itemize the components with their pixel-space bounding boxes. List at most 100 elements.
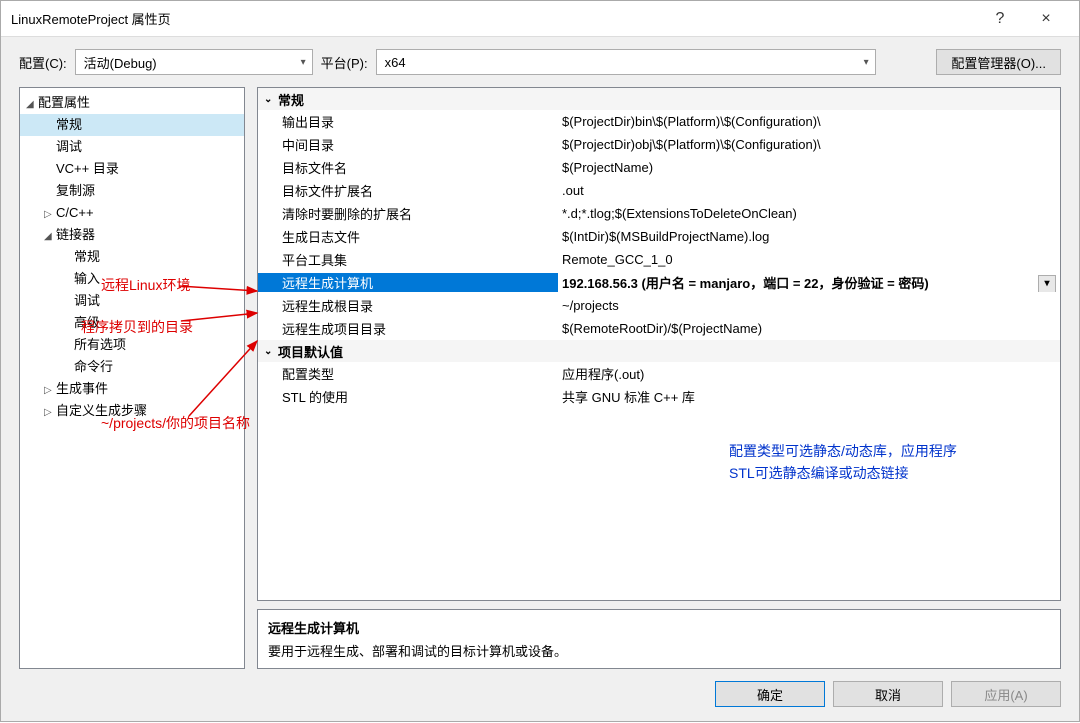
tree-item-label: 常规 <box>74 249 100 264</box>
chevron-down-icon: ▾ <box>864 57 869 68</box>
property-value[interactable]: 192.168.56.3 (用户名 = manjaro，端口 = 22，身份验证… <box>558 273 1060 292</box>
property-value[interactable]: .out <box>558 183 1060 198</box>
tree-item[interactable]: ◢链接器 <box>20 224 244 246</box>
section-title: 项目默认值 <box>278 342 343 361</box>
property-value[interactable]: 应用程序(.out) <box>558 364 1060 383</box>
platform-dropdown[interactable]: x64 ▾ <box>376 49 876 75</box>
property-row[interactable]: 中间目录$(ProjectDir)obj\$(Platform)\$(Confi… <box>258 133 1060 156</box>
property-value[interactable]: $(IntDir)$(MSBuildProjectName).log <box>558 229 1060 244</box>
tree-item-label: 常规 <box>56 117 82 132</box>
expander-icon: ▷ <box>44 380 56 402</box>
platform-label: 平台(P): <box>321 53 368 72</box>
tree-item[interactable]: ▷生成事件 <box>20 378 244 400</box>
property-name: 远程生成根目录 <box>258 296 558 315</box>
apply-button[interactable]: 应用(A) <box>951 681 1061 707</box>
property-value[interactable]: $(ProjectDir)obj\$(Platform)\$(Configura… <box>558 137 1060 152</box>
property-grid[interactable]: ⌄常规输出目录$(ProjectDir)bin\$(Platform)\$(Co… <box>257 87 1061 601</box>
property-name: STL 的使用 <box>258 387 558 406</box>
property-page-dialog: LinuxRemoteProject 属性页 ? × 配置(C): 活动(Deb… <box>0 0 1080 722</box>
config-dropdown[interactable]: 活动(Debug) ▾ <box>75 49 313 75</box>
property-row[interactable]: 目标文件扩展名.out <box>258 179 1060 202</box>
tree-item-label: VC++ 目录 <box>56 161 119 176</box>
help-button[interactable]: ? <box>977 10 1023 28</box>
tree-item-label: 调试 <box>74 293 100 308</box>
expander-icon: ◢ <box>44 226 56 248</box>
tree-item-label: 所有选项 <box>74 337 126 352</box>
cancel-button[interactable]: 取消 <box>833 681 943 707</box>
property-value[interactable]: $(ProjectName) <box>558 160 1060 175</box>
tree-item[interactable]: VC++ 目录 <box>20 158 244 180</box>
tree-item[interactable]: 所有选项 <box>20 334 244 356</box>
tree-item[interactable]: 调试 <box>20 136 244 158</box>
chevron-down-icon: ▾ <box>301 57 306 68</box>
property-name: 配置类型 <box>258 364 558 383</box>
config-manager-button[interactable]: 配置管理器(O)... <box>936 49 1061 75</box>
property-section-header[interactable]: ⌄常规 <box>258 88 1060 110</box>
tree-item[interactable]: 常规 <box>20 246 244 268</box>
tree-item-label: C/C++ <box>56 205 94 220</box>
property-row[interactable]: 清除时要删除的扩展名*.d;*.tlog;$(ExtensionsToDelet… <box>258 202 1060 225</box>
tree-item[interactable]: 命令行 <box>20 356 244 378</box>
tree-item[interactable]: 复制源 <box>20 180 244 202</box>
ok-button[interactable]: 确定 <box>715 681 825 707</box>
platform-value: x64 <box>385 55 406 70</box>
chevron-down-icon: ⌄ <box>264 346 278 357</box>
chevron-down-icon: ⌄ <box>264 94 278 105</box>
property-section-header[interactable]: ⌄项目默认值 <box>258 340 1060 362</box>
tree-item[interactable]: 高级 <box>20 312 244 334</box>
tree-item-label: 调试 <box>56 139 82 154</box>
property-value[interactable]: ~/projects <box>558 298 1060 313</box>
property-name: 中间目录 <box>258 135 558 154</box>
property-row[interactable]: 远程生成项目目录$(RemoteRootDir)/$(ProjectName) <box>258 317 1060 340</box>
property-name: 目标文件名 <box>258 158 558 177</box>
expander-icon: ▷ <box>44 204 56 226</box>
property-value[interactable]: Remote_GCC_1_0 <box>558 252 1060 267</box>
property-name: 平台工具集 <box>258 250 558 269</box>
description-text: 要用于远程生成、部署和调试的目标计算机或设备。 <box>268 641 1050 660</box>
window-title: LinuxRemoteProject 属性页 <box>11 9 977 28</box>
titlebar: LinuxRemoteProject 属性页 ? × <box>1 1 1079 37</box>
config-value: 活动(Debug) <box>84 53 157 72</box>
tree-item-label: 配置属性 <box>38 95 90 110</box>
config-label: 配置(C): <box>19 53 67 72</box>
property-row[interactable]: 平台工具集Remote_GCC_1_0 <box>258 248 1060 271</box>
property-row[interactable]: 远程生成计算机192.168.56.3 (用户名 = manjaro，端口 = … <box>258 271 1060 294</box>
tree-item-label: 高级 <box>74 315 100 330</box>
description-title: 远程生成计算机 <box>268 618 1050 637</box>
close-button[interactable]: × <box>1023 10 1069 28</box>
footer: 确定 取消 应用(A) <box>1 669 1079 721</box>
property-row[interactable]: 远程生成根目录~/projects <box>258 294 1060 317</box>
tree-item[interactable]: 常规 <box>20 114 244 136</box>
property-name: 远程生成计算机 <box>258 273 558 292</box>
toolbar: 配置(C): 活动(Debug) ▾ 平台(P): x64 ▾ 配置管理器(O)… <box>1 37 1079 87</box>
property-value[interactable]: $(ProjectDir)bin\$(Platform)\$(Configura… <box>558 114 1060 129</box>
tree-item[interactable]: ◢配置属性 <box>20 92 244 114</box>
tree-item[interactable]: ▷自定义生成步骤 <box>20 400 244 422</box>
property-name: 生成日志文件 <box>258 227 558 246</box>
tree-item-label: 输入 <box>74 271 100 286</box>
property-value[interactable]: *.d;*.tlog;$(ExtensionsToDeleteOnClean) <box>558 206 1060 221</box>
tree-item-label: 生成事件 <box>56 381 108 396</box>
property-name: 输出目录 <box>258 112 558 131</box>
property-row[interactable]: 生成日志文件$(IntDir)$(MSBuildProjectName).log <box>258 225 1060 248</box>
expander-icon: ◢ <box>26 94 38 116</box>
tree-item[interactable]: 输入 <box>20 268 244 290</box>
tree-item-label: 自定义生成步骤 <box>56 403 147 418</box>
main-panel: ⌄常规输出目录$(ProjectDir)bin\$(Platform)\$(Co… <box>257 87 1061 669</box>
tree-item-label: 命令行 <box>74 359 113 374</box>
property-name: 目标文件扩展名 <box>258 181 558 200</box>
description-box: 远程生成计算机 要用于远程生成、部署和调试的目标计算机或设备。 <box>257 609 1061 669</box>
property-row[interactable]: STL 的使用共享 GNU 标准 C++ 库 <box>258 385 1060 408</box>
category-tree[interactable]: ◢配置属性常规调试VC++ 目录复制源▷C/C++◢链接器常规输入调试高级所有选… <box>19 87 245 669</box>
property-value[interactable]: 共享 GNU 标准 C++ 库 <box>558 387 1060 406</box>
tree-item[interactable]: ▷C/C++ <box>20 202 244 224</box>
property-value[interactable]: $(RemoteRootDir)/$(ProjectName) <box>558 321 1060 336</box>
tree-item-label: 复制源 <box>56 183 95 198</box>
property-row[interactable]: 输出目录$(ProjectDir)bin\$(Platform)\$(Confi… <box>258 110 1060 133</box>
property-row[interactable]: 配置类型应用程序(.out) <box>258 362 1060 385</box>
dropdown-button[interactable]: ▾ <box>1038 275 1056 292</box>
property-row[interactable]: 目标文件名$(ProjectName) <box>258 156 1060 179</box>
tree-item[interactable]: 调试 <box>20 290 244 312</box>
property-name: 远程生成项目目录 <box>258 319 558 338</box>
content-area: ◢配置属性常规调试VC++ 目录复制源▷C/C++◢链接器常规输入调试高级所有选… <box>1 87 1079 669</box>
